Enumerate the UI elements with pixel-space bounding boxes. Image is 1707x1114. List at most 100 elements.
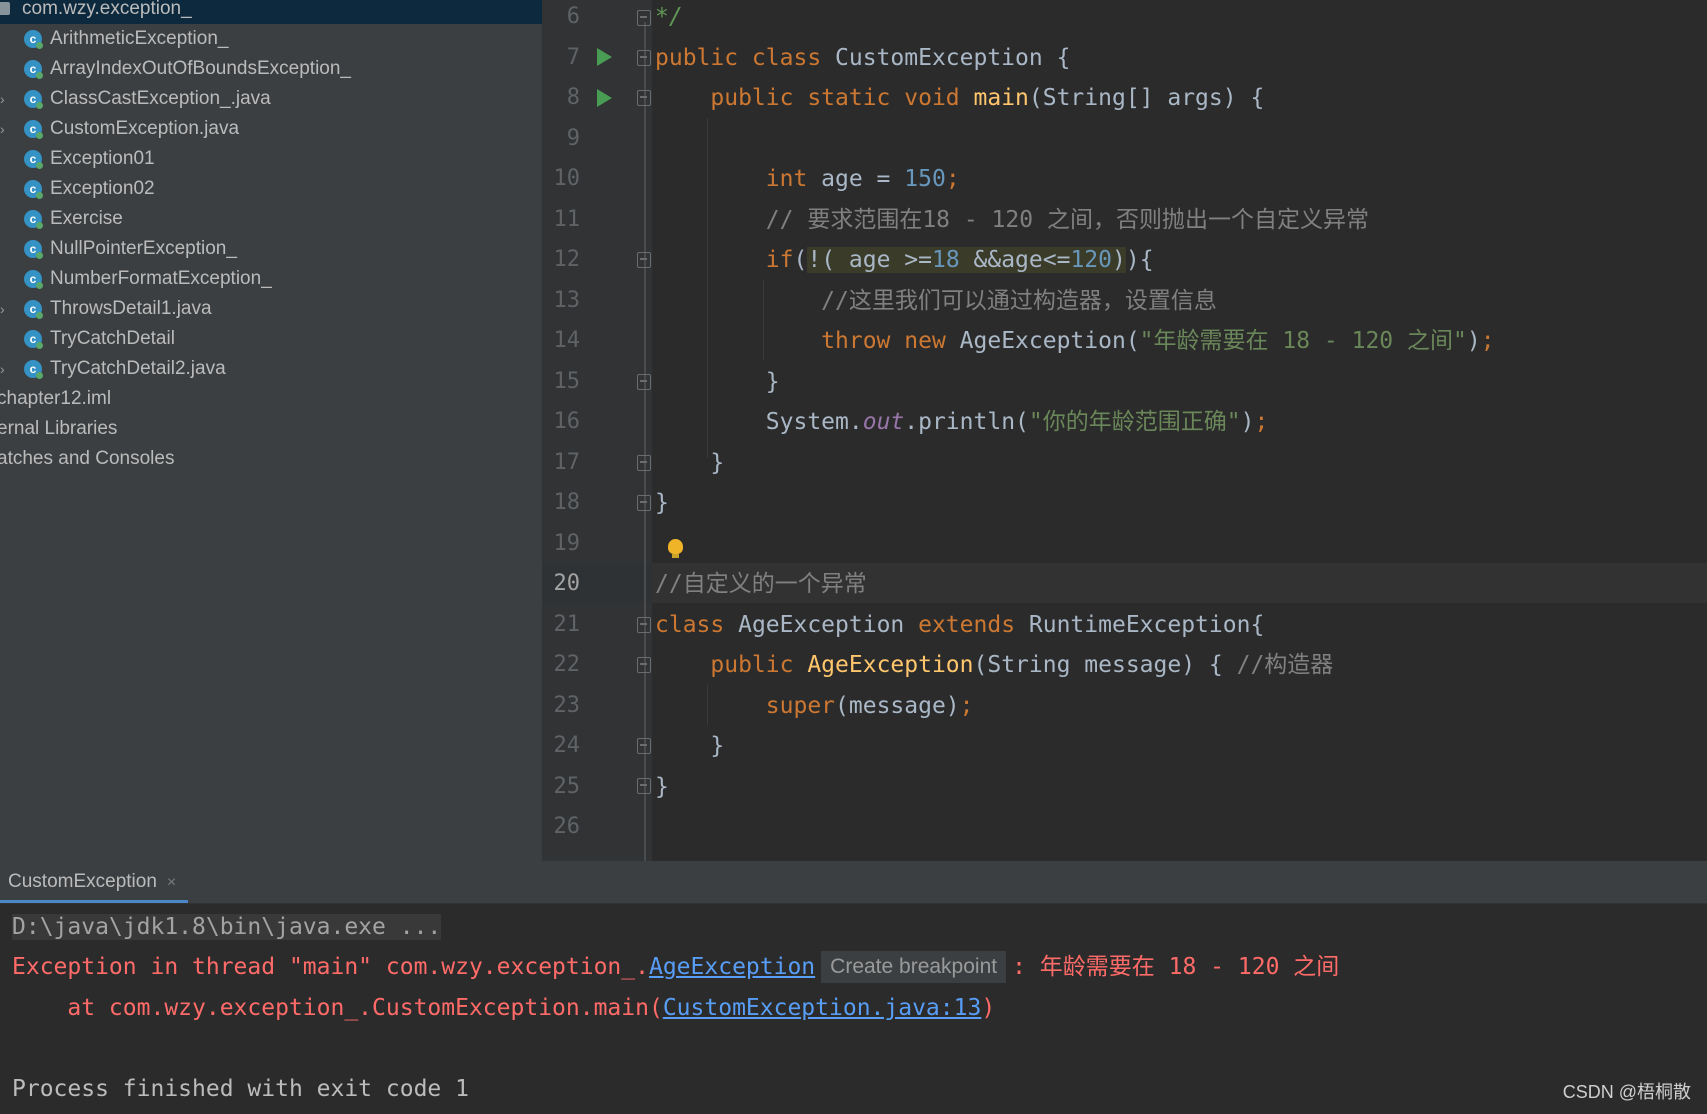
tree-item[interactable]: › c CustomException.java bbox=[0, 114, 542, 144]
tree-package-row[interactable]: com.wzy.exception_ bbox=[0, 0, 542, 24]
line-number: 14 bbox=[553, 328, 581, 353]
create-breakpoint-button[interactable]: Create breakpoint bbox=[821, 951, 1007, 983]
code-token: //这里我们可以通过构造器，设置信息 bbox=[821, 288, 1217, 314]
code-token: "年龄需要在 18 - 120 之间" bbox=[1139, 328, 1467, 354]
java-class-icon: c bbox=[24, 360, 43, 379]
code-token: class bbox=[655, 612, 739, 638]
java-class-icon: c bbox=[24, 330, 43, 349]
code-line-23[interactable]: super(message); bbox=[655, 686, 974, 726]
watermark: CSDN @梧桐散 bbox=[1562, 1082, 1691, 1102]
tree-item[interactable]: c TryCatchDetail bbox=[0, 324, 542, 354]
fold-marker-icon[interactable] bbox=[637, 617, 651, 633]
code-token: 18 bbox=[931, 247, 960, 273]
code-line-10[interactable]: int age = 150; bbox=[655, 159, 960, 199]
code-token: ; bbox=[1254, 409, 1269, 435]
line-number: 18 bbox=[553, 490, 581, 515]
code-token: super bbox=[765, 693, 836, 719]
fold-marker-icon[interactable] bbox=[637, 252, 651, 268]
java-class-icon: c bbox=[24, 210, 43, 229]
code-line-11[interactable]: // 要求范围在18 - 120 之间，否则抛出一个自定义异常 bbox=[655, 200, 1369, 240]
run-panel[interactable]: CustomException × D:\java\jdk1.8\bin\java… bbox=[0, 861, 1707, 1114]
code-token: //构造器 bbox=[1236, 652, 1334, 678]
fold-marker-icon[interactable] bbox=[637, 90, 651, 106]
tree-item-iml[interactable]: chapter12.iml bbox=[0, 384, 111, 414]
code-line-6[interactable]: */ bbox=[655, 0, 683, 37]
tree-item[interactable]: c NullPointerException_ bbox=[0, 234, 542, 264]
code-line-17[interactable]: } bbox=[655, 443, 724, 483]
fold-marker-icon[interactable] bbox=[637, 738, 651, 754]
tree-item-label: ClassCastException_.java bbox=[50, 88, 271, 109]
code-line-24[interactable]: } bbox=[655, 726, 724, 766]
fold-marker-icon[interactable] bbox=[637, 778, 651, 794]
code-line-25[interactable]: } bbox=[655, 767, 669, 807]
console-command-line[interactable]: D:\java\jdk1.8\bin\java.exe ... bbox=[12, 907, 442, 947]
line-number: 16 bbox=[553, 409, 581, 434]
source-location-link[interactable]: CustomException.java:13 bbox=[663, 995, 982, 1021]
tree-item[interactable]: › c TryCatchDetail2.java bbox=[0, 354, 542, 384]
code-token: extends bbox=[918, 612, 1029, 638]
code-token: &&age<= bbox=[959, 247, 1071, 273]
tree-item[interactable]: c NumberFormatException_ bbox=[0, 264, 542, 294]
tab-customexception[interactable]: CustomException × bbox=[0, 861, 189, 903]
code-token: System. bbox=[765, 409, 863, 435]
tree-item-label: Exception02 bbox=[50, 178, 155, 199]
code-line-21[interactable]: class AgeException extends RuntimeExcept… bbox=[655, 605, 1264, 645]
code-line-8[interactable]: public static void main(String[] args) { bbox=[655, 78, 1264, 118]
code-line-14[interactable]: throw new AgeException("年龄需要在 18 - 120 之… bbox=[655, 321, 1495, 361]
code-line-18[interactable]: } bbox=[655, 483, 669, 523]
chevron-right-icon[interactable]: › bbox=[0, 84, 5, 114]
tree-item[interactable]: c Exercise bbox=[0, 204, 542, 234]
fold-marker-icon[interactable] bbox=[637, 10, 651, 26]
tree-item[interactable]: › c ClassCastException_.java bbox=[0, 84, 542, 114]
code-token: */ bbox=[655, 4, 683, 30]
line-number: 6 bbox=[566, 4, 580, 29]
tree-item[interactable]: c Exception02 bbox=[0, 174, 542, 204]
line-number: 9 bbox=[566, 126, 580, 151]
fold-marker-icon[interactable] bbox=[637, 50, 651, 66]
fold-marker-icon[interactable] bbox=[637, 455, 651, 471]
tree-item-label: ArrayIndexOutOfBoundsException_ bbox=[50, 58, 352, 79]
code-line-16[interactable]: System.out.println("你的年龄范围正确"); bbox=[655, 402, 1269, 442]
console-text: Exception in thread "main" com.wzy.excep… bbox=[12, 954, 649, 980]
code-token: } bbox=[710, 733, 725, 759]
run-main-icon[interactable] bbox=[597, 89, 612, 107]
chevron-right-icon[interactable]: › bbox=[0, 114, 5, 144]
code-line-13[interactable]: //这里我们可以通过构造器，设置信息 bbox=[655, 281, 1217, 321]
code-line-12[interactable]: if(!( age >=18 &&age<=120)){ bbox=[655, 240, 1154, 280]
close-icon[interactable]: × bbox=[167, 874, 176, 891]
fold-marker-icon[interactable] bbox=[637, 374, 651, 390]
code-line-22[interactable]: public AgeException(String message) { //… bbox=[655, 645, 1333, 685]
code-line-7[interactable]: public class CustomException { bbox=[655, 38, 1070, 78]
tree-item-external-libraries[interactable]: ernal Libraries bbox=[0, 414, 117, 444]
run-class-icon[interactable] bbox=[597, 48, 612, 66]
tree-item[interactable]: c Exception01 bbox=[0, 144, 542, 174]
code-token: ; bbox=[1480, 328, 1495, 354]
exception-class-link[interactable]: AgeException bbox=[649, 954, 815, 980]
fold-marker-icon[interactable] bbox=[637, 495, 651, 511]
code-line-15[interactable]: } bbox=[655, 362, 780, 402]
line-number: 10 bbox=[553, 166, 581, 191]
code-editor[interactable]: 6 7 8 9 10 11 12 13 14 15 16 17 18 19 20… bbox=[542, 0, 1707, 861]
code-line-20[interactable]: //自定义的一个异常 bbox=[655, 564, 867, 604]
tree-item[interactable]: c ArrayIndexOutOfBoundsException_ bbox=[0, 54, 542, 84]
fold-marker-icon[interactable] bbox=[637, 657, 651, 673]
chevron-right-icon[interactable]: › bbox=[0, 294, 5, 324]
chevron-right-icon[interactable]: › bbox=[0, 354, 5, 384]
tab-label: CustomException bbox=[8, 871, 157, 892]
tree-item[interactable]: c ArithmeticException_ bbox=[0, 24, 542, 54]
code-token: if bbox=[765, 247, 794, 273]
console-stacktrace-line[interactable]: at com.wzy.exception_.CustomException.ma… bbox=[12, 988, 995, 1028]
tree-item-scratches[interactable]: atches and Consoles bbox=[0, 444, 174, 474]
tree-item-label: Exercise bbox=[50, 208, 123, 229]
code-token: main bbox=[973, 85, 1029, 111]
code-token: } bbox=[765, 369, 780, 395]
code-token: .println( bbox=[904, 409, 1029, 435]
line-number: 13 bbox=[553, 288, 581, 313]
code-token: public bbox=[710, 652, 808, 678]
lightbulb-icon[interactable] bbox=[668, 539, 683, 558]
console-exit-line[interactable]: Process finished with exit code 1 bbox=[12, 1069, 469, 1109]
console-exception-line[interactable]: Exception in thread "main" com.wzy.excep… bbox=[12, 947, 1339, 987]
line-number: 25 bbox=[553, 774, 581, 799]
tree-item[interactable]: › c ThrowsDetail1.java bbox=[0, 294, 542, 324]
code-token: (String[] args) { bbox=[1028, 85, 1265, 111]
